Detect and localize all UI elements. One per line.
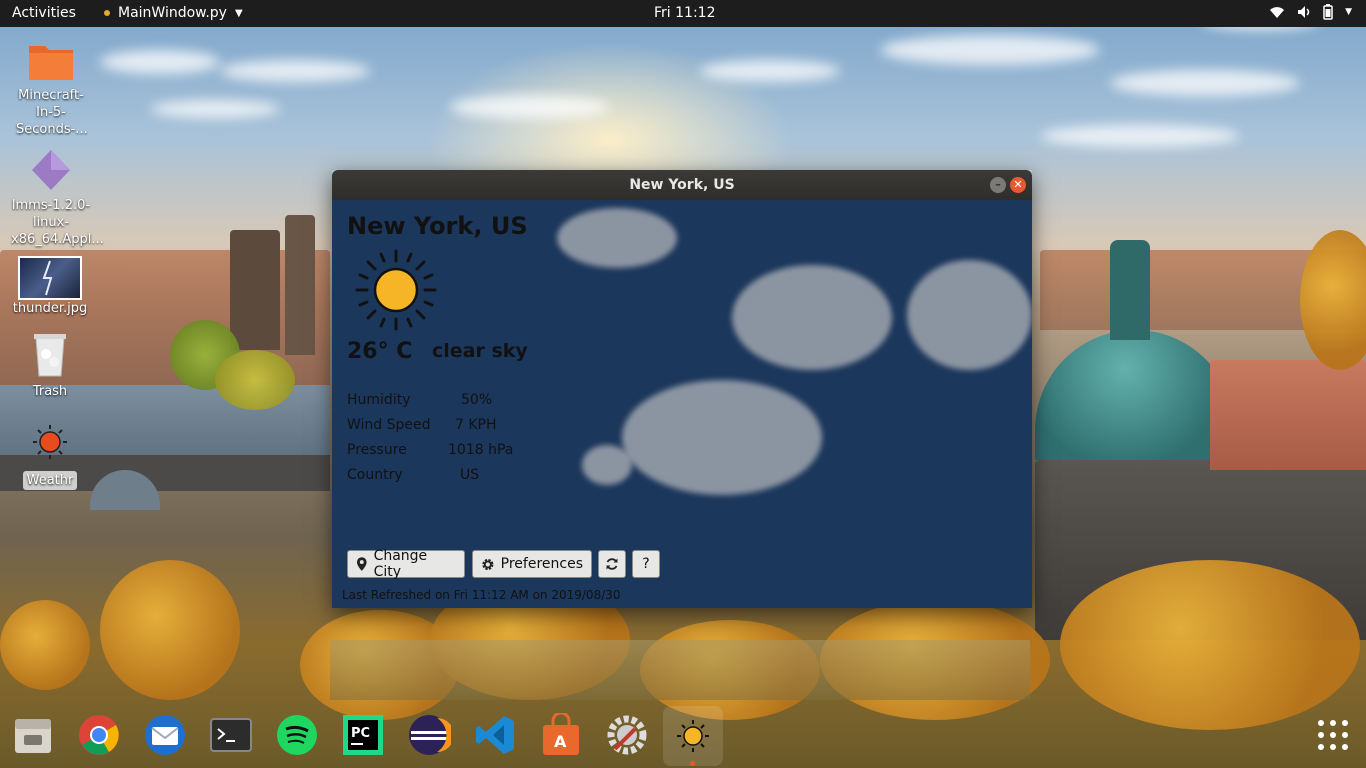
- window-titlebar[interactable]: New York, US – ✕: [332, 170, 1032, 200]
- spotify-icon[interactable]: [274, 712, 320, 758]
- svg-text:A: A: [554, 732, 567, 751]
- desktop-icon-minecraft[interactable]: Minecraft-In-5-Seconds-...: [10, 40, 92, 138]
- battery-icon: [1323, 4, 1333, 20]
- detail-row-wind-speed: Wind Speed 7 KPH: [347, 417, 497, 433]
- close-button[interactable]: ✕: [1010, 177, 1026, 193]
- top-bar: Activities MainWindow.py ▼ Fri 11:12 ▼: [0, 0, 1366, 27]
- detail-label: Pressure: [347, 442, 407, 458]
- refresh-icon: [606, 558, 618, 570]
- system-tray[interactable]: ▼: [1269, 4, 1352, 20]
- chevron-down-icon: ▼: [234, 7, 243, 19]
- gear-icon: [482, 558, 494, 570]
- city-title: New York, US: [347, 212, 528, 240]
- weathr-app-icon[interactable]: [663, 706, 723, 766]
- help-label: ?: [642, 556, 650, 572]
- lightning-icon: [42, 260, 53, 296]
- app-menu[interactable]: MainWindow.py ▼: [104, 5, 243, 21]
- window-content: New York, US 26° C clear sky Humidity 50…: [332, 200, 1032, 608]
- desktop-icon-lmms[interactable]: lmms-1.2.0-linux-x86_64.Appl...: [10, 148, 104, 248]
- terminal-icon[interactable]: [208, 712, 254, 758]
- desktop-icon-label: Trash: [32, 384, 68, 399]
- image-thumbnail: [18, 256, 82, 300]
- eclipse-icon[interactable]: [406, 712, 452, 758]
- last-refreshed-text: Last Refreshed on Fri 11:12 AM on 2019/0…: [342, 588, 621, 602]
- change-city-label: Change City: [373, 548, 428, 580]
- detail-row-pressure: Pressure 1018 hPa: [347, 442, 513, 458]
- folder-icon: [29, 46, 73, 80]
- volume-icon: [1298, 6, 1310, 18]
- refresh-button[interactable]: [598, 550, 626, 578]
- detail-value: US: [460, 467, 480, 483]
- background-cloud: [582, 445, 632, 485]
- background-cloud: [907, 260, 1032, 370]
- temperature: 26° C: [347, 339, 413, 364]
- thunderbird-icon[interactable]: [142, 712, 188, 758]
- detail-row-country: Country US: [347, 467, 479, 483]
- files-icon[interactable]: [10, 712, 56, 758]
- running-indicator: [690, 761, 695, 766]
- svg-text:PC: PC: [351, 726, 370, 741]
- detail-row-humidity: Humidity 50%: [347, 392, 492, 408]
- minimize-button[interactable]: –: [990, 177, 1006, 193]
- pycharm-icon[interactable]: PC: [340, 712, 386, 758]
- app-indicator-dot: [104, 10, 110, 16]
- app-menu-label: MainWindow.py: [118, 5, 227, 21]
- weather-description: clear sky: [432, 340, 528, 362]
- desktop-icon-trash[interactable]: Trash: [9, 330, 91, 400]
- background-cloud: [622, 380, 822, 495]
- chrome-icon[interactable]: [76, 712, 122, 758]
- software-center-icon[interactable]: A: [538, 712, 584, 758]
- detail-label: Country: [347, 467, 403, 483]
- detail-label: Wind Speed: [347, 417, 431, 433]
- vscode-icon[interactable]: [472, 712, 518, 758]
- sun-icon: [33, 425, 67, 459]
- desktop-icon-label: lmms-1.2.0-linux-x86_64.Appl...: [11, 198, 104, 247]
- map-pin-icon: [356, 557, 367, 571]
- show-applications-icon[interactable]: [1310, 712, 1356, 758]
- background-cloud: [732, 265, 892, 370]
- weather-window: New York, US – ✕ New York, US 26° C clea…: [332, 170, 1032, 608]
- wifi-icon: [1270, 7, 1285, 18]
- sun-icon: [355, 249, 437, 331]
- activities-button[interactable]: Activities: [12, 5, 76, 21]
- package-icon: [32, 150, 70, 190]
- desktop-icon-thunder[interactable]: thunder.jpg: [9, 256, 91, 317]
- trash-icon: [34, 334, 66, 377]
- desktop-icon-label: thunder.jpg: [12, 301, 88, 316]
- preferences-label: Preferences: [500, 556, 583, 572]
- desktop-icon-weathr[interactable]: Weathr: [9, 424, 91, 490]
- clock[interactable]: Fri 11:12: [654, 5, 715, 21]
- chevron-down-icon: ▼: [1345, 7, 1352, 17]
- desktop-icon-label: Weathr: [22, 471, 78, 490]
- background-cloud: [557, 208, 677, 268]
- desktop-icon-label: Minecraft-In-5-Seconds-...: [16, 88, 88, 137]
- change-city-button[interactable]: Change City: [347, 548, 465, 580]
- settings-icon[interactable]: [604, 712, 650, 758]
- window-title: New York, US: [629, 177, 735, 193]
- detail-value: 1018 hPa: [448, 442, 514, 458]
- detail-label: Humidity: [347, 392, 411, 408]
- sun-icon: [677, 720, 709, 752]
- preferences-button[interactable]: Preferences: [472, 550, 592, 578]
- detail-value: 7 KPH: [455, 417, 497, 433]
- help-button[interactable]: ?: [632, 550, 660, 578]
- detail-value: 50%: [461, 392, 493, 408]
